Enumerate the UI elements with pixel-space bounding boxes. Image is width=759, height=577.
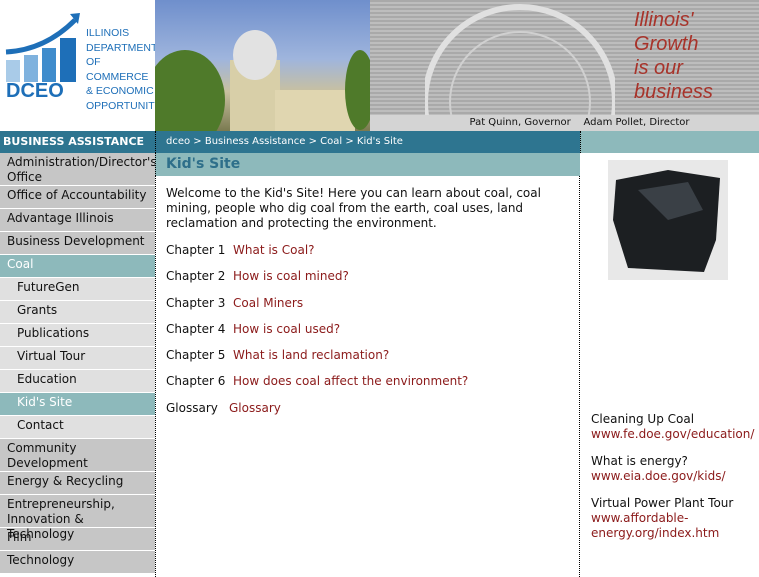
- sidebar-item[interactable]: Advantage Illinois: [0, 209, 155, 232]
- sidebar-heading: BUSINESS ASSISTANCE: [0, 131, 155, 153]
- svg-text:DCEO: DCEO: [6, 80, 64, 102]
- chapter-label: Chapter 6: [166, 374, 226, 389]
- chapter-row: Chapter 4 How is coal used?: [166, 322, 569, 348]
- slogan-line: is our: [634, 57, 683, 79]
- glossary-link[interactable]: Glossary: [229, 401, 281, 415]
- sidebar-item[interactable]: Office of Accountability: [0, 186, 155, 209]
- logo-line: DEPARTMENT: [86, 41, 158, 54]
- main-content: Welcome to the Kid's Site! Here you can …: [155, 176, 580, 577]
- chapter-row: Chapter 6 How does coal affect the enviro…: [166, 374, 569, 400]
- sidebar-item[interactable]: Technology: [0, 551, 155, 574]
- chapter-link[interactable]: What is land reclamation?: [233, 348, 389, 362]
- sidebar-item[interactable]: Grants: [0, 301, 155, 324]
- breadcrumb[interactable]: dceo > Business Assistance > Coal > Kid'…: [155, 131, 580, 153]
- sidebar-item[interactable]: Publications: [0, 324, 155, 347]
- chapter-link[interactable]: Coal Miners: [233, 296, 303, 310]
- capitol-photo: [145, 0, 375, 150]
- sidebar-item[interactable]: Kid's Site: [0, 393, 155, 416]
- sidebar-nav: Administration/Director's Office Office o…: [0, 153, 157, 574]
- related-link-title: What is energy?: [591, 454, 688, 468]
- related-link-item: What is energy? www.eia.doe.gov/kids/: [591, 454, 759, 484]
- page-title: Kid's Site: [155, 153, 580, 176]
- chapter-row: Chapter 5 What is land reclamation?: [166, 348, 569, 374]
- slogan-line: business: [634, 81, 713, 103]
- logo-line: OPPORTUNITY: [86, 99, 162, 112]
- related-links: Cleaning Up Coal www.fe.doe.gov/education…: [591, 412, 759, 553]
- chapter-label: Chapter 3: [166, 295, 226, 310]
- related-link-title: Virtual Power Plant Tour: [591, 496, 734, 510]
- chapter-link[interactable]: How is coal mined?: [233, 269, 349, 283]
- sidebar-item[interactable]: Coal: [0, 255, 155, 278]
- related-link-title: Cleaning Up Coal: [591, 412, 695, 426]
- slogan-line: Growth: [634, 33, 699, 55]
- officials-bar: Pat Quinn, Governor Adam Pollet, Directo…: [370, 115, 759, 131]
- sidebar-item[interactable]: Contact: [0, 416, 155, 439]
- chapter-link[interactable]: What is Coal?: [233, 243, 315, 257]
- chapter-row: Chapter 3 Coal Miners: [166, 296, 569, 322]
- glossary-row: Glossary Glossary: [166, 401, 569, 427]
- right-column-header: [580, 131, 759, 153]
- chapter-label: Chapter 5: [166, 348, 226, 363]
- dceo-logo[interactable]: DCEO ILLINOIS DEPARTMENT OF COMMERCE & E…: [0, 0, 162, 131]
- chapter-link[interactable]: How is coal used?: [233, 322, 340, 336]
- sidebar-item[interactable]: FutureGen: [0, 278, 155, 301]
- chapter-label: Chapter 1: [166, 243, 226, 257]
- related-link-item: Virtual Power Plant Tour www.affordable-e…: [591, 496, 759, 541]
- chapter-row: Chapter 1 What is Coal?: [166, 243, 569, 269]
- sidebar-item[interactable]: Virtual Tour: [0, 347, 155, 370]
- logo-line: OF COMMERCE: [86, 56, 149, 83]
- sidebar-item[interactable]: Entrepreneurship, Innovation & Technolog…: [0, 495, 155, 541]
- intro-text: Welcome to the Kid's Site! Here you can …: [166, 186, 541, 230]
- related-link-url[interactable]: www.affordable-energy.org/index.htm: [591, 511, 719, 540]
- logo-line: ILLINOIS: [86, 27, 130, 39]
- sidebar-item[interactable]: Administration/Director's Office: [0, 153, 157, 186]
- logo-line: & ECONOMIC: [86, 85, 154, 97]
- chapter-label: Chapter 2: [166, 269, 226, 284]
- sidebar-item[interactable]: Business Development: [0, 232, 155, 255]
- sidebar-item[interactable]: Film: [0, 528, 155, 551]
- coal-image: [608, 160, 728, 280]
- chapter-label: Chapter 4: [166, 321, 226, 336]
- chapter-link[interactable]: How does coal affect the environment?: [233, 374, 468, 388]
- related-link-url[interactable]: www.eia.doe.gov/kids/: [591, 469, 726, 483]
- related-link-url[interactable]: www.fe.doe.gov/education/: [591, 427, 754, 441]
- sidebar-item[interactable]: Education: [0, 370, 155, 393]
- slogan-line: Illinois': [634, 9, 694, 31]
- state-seal-banner: Illinois' Growth is our business: [370, 0, 759, 115]
- sidebar-item[interactable]: Community Development: [0, 439, 155, 472]
- glossary-label: Glossary: [166, 400, 218, 415]
- chapter-row: Chapter 2 How is coal mined?: [166, 269, 569, 295]
- sidebar-item[interactable]: Energy & Recycling: [0, 472, 155, 495]
- related-link-item: Cleaning Up Coal www.fe.doe.gov/education…: [591, 412, 759, 442]
